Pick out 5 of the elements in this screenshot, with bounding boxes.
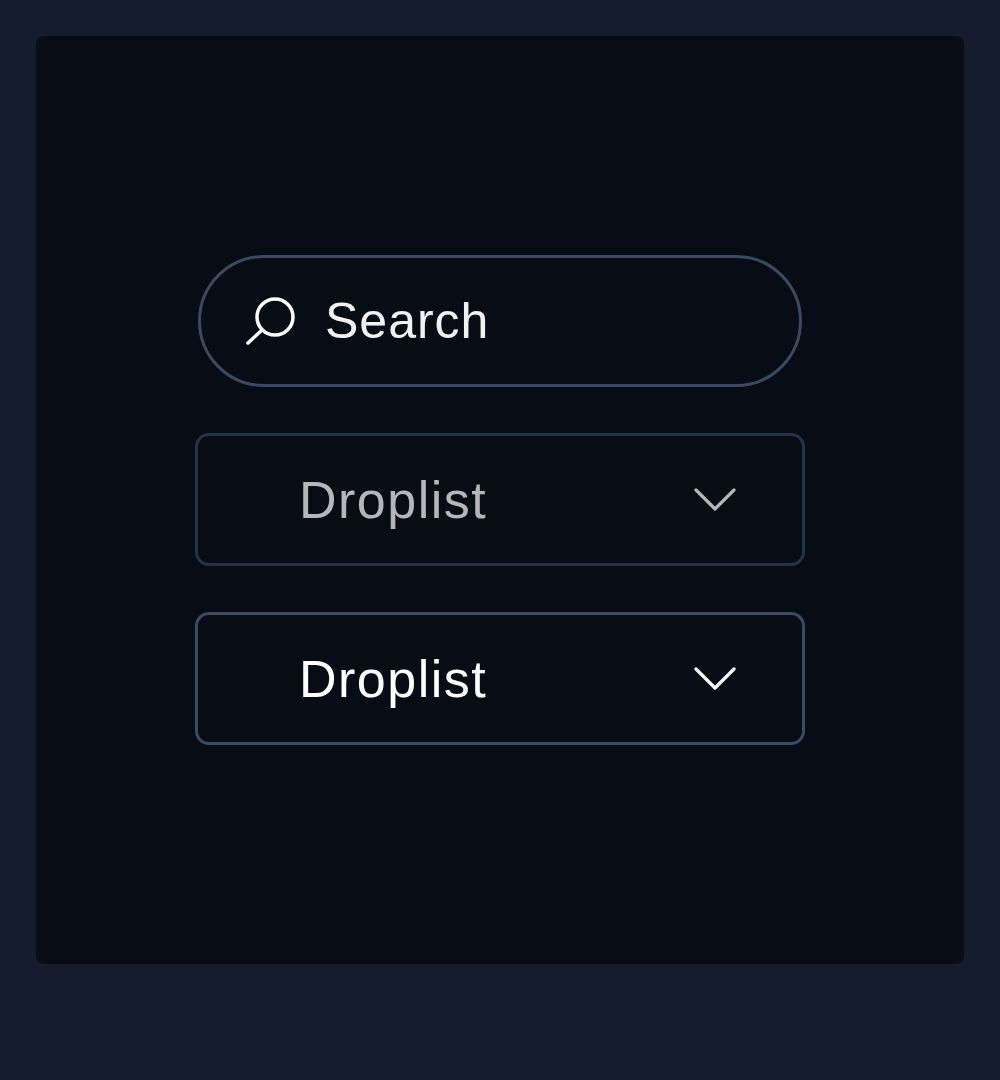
search-icon [245, 296, 297, 346]
chevron-down-icon [694, 666, 736, 691]
chevron-down-icon [694, 487, 736, 512]
search-field[interactable]: Search [198, 255, 802, 387]
dropdown-select[interactable]: Droplist [195, 612, 805, 745]
